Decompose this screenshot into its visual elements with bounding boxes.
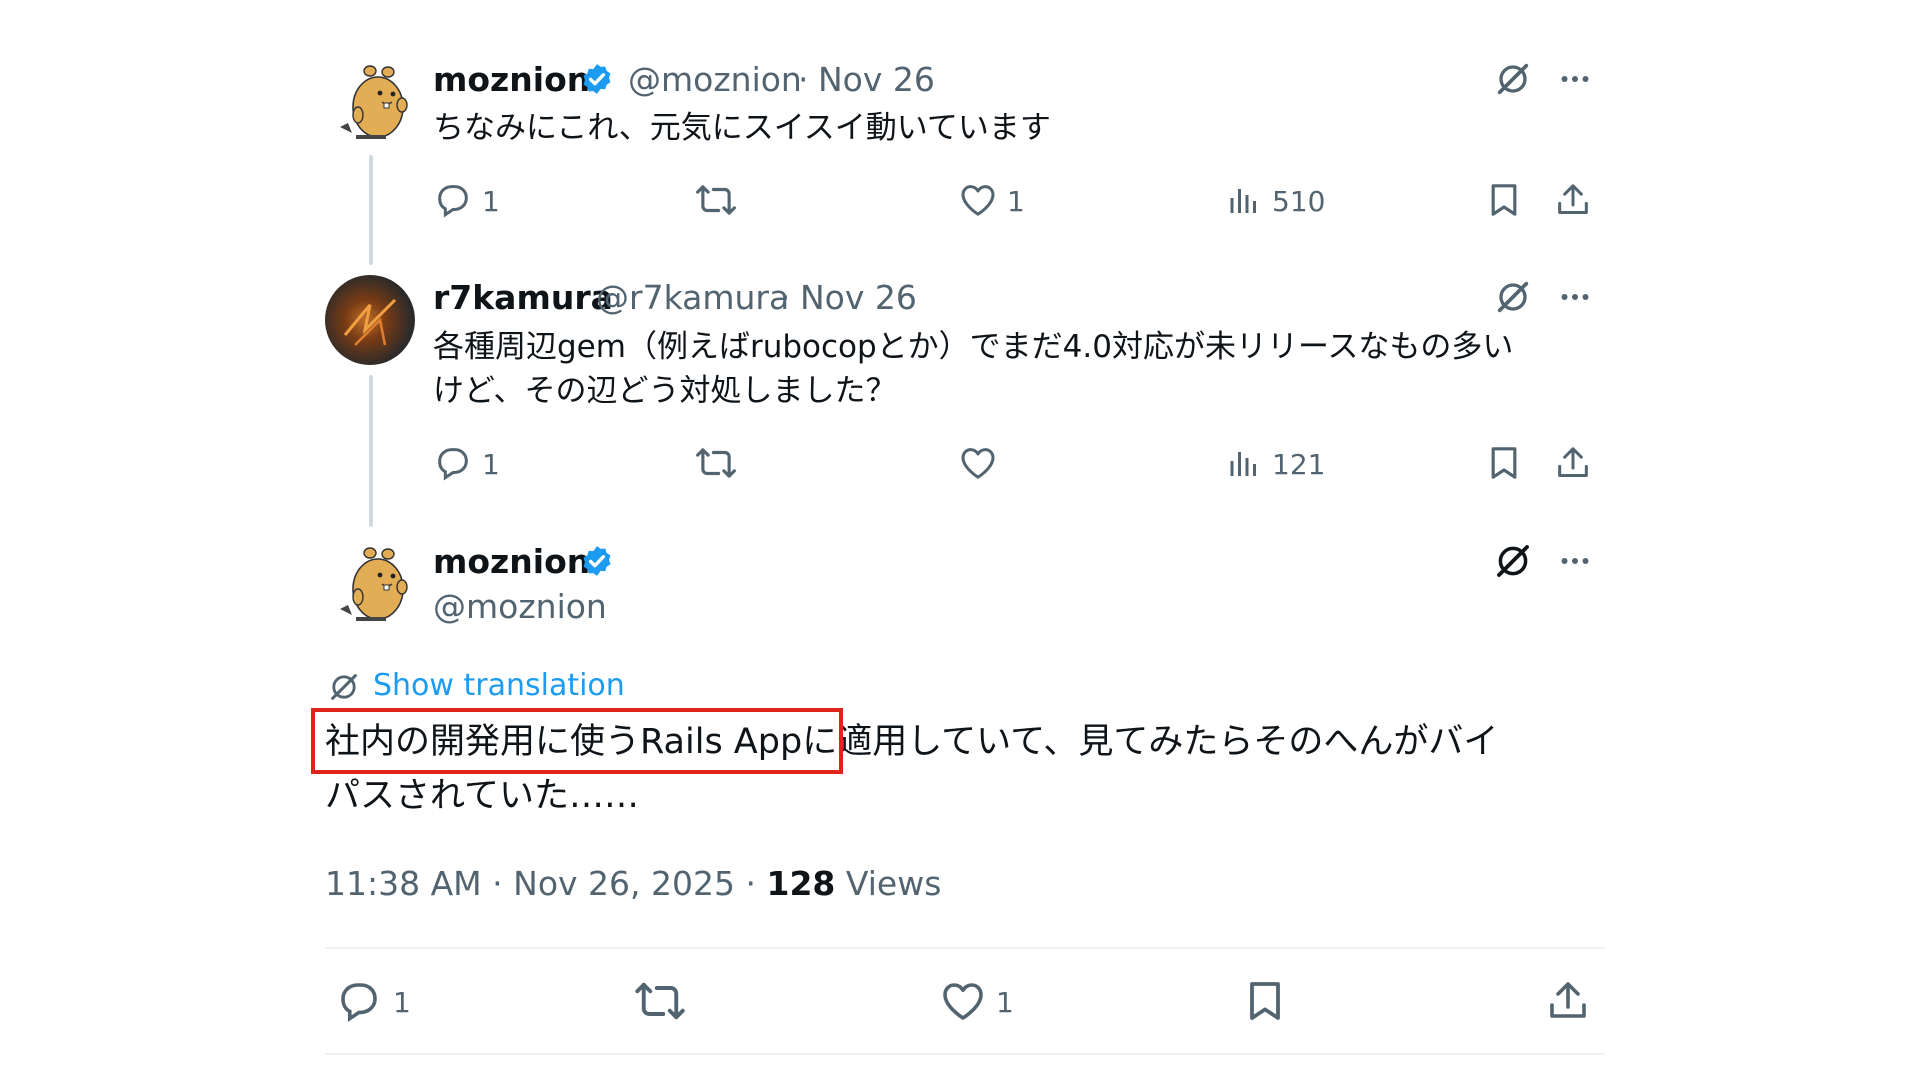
thread-connector-line [369, 375, 373, 527]
share-icon[interactable] [1553, 443, 1593, 483]
highlight-box [311, 708, 843, 774]
reply-count: 1 [393, 986, 411, 1019]
reply-icon[interactable] [433, 180, 473, 220]
author-name[interactable]: r7kamura [433, 278, 613, 317]
tweet-time[interactable]: 11:38 AM [325, 864, 482, 903]
author-handle[interactable]: @r7kamura [596, 278, 789, 317]
date-separator: · [780, 278, 791, 317]
views-count: 510 [1272, 185, 1326, 218]
tweet-date[interactable]: Nov 26 [800, 278, 917, 317]
avatar[interactable] [325, 275, 415, 365]
verified-badge-icon [580, 544, 614, 578]
translate-icon[interactable] [327, 670, 361, 704]
divider [325, 1053, 1605, 1055]
meta-separator: · [492, 864, 503, 903]
retweet-icon[interactable] [695, 442, 737, 484]
views-icon[interactable] [1226, 446, 1262, 482]
avatar[interactable] [330, 537, 420, 627]
tweet-text-line-2: パスされていた…… [325, 776, 639, 816]
avatar-pattern [343, 298, 397, 346]
grok-icon[interactable] [1493, 59, 1533, 99]
views-count: 128 [766, 864, 836, 903]
reply-icon[interactable] [433, 443, 473, 483]
tweet-text-line-2: けど、その辺どう対処しました？ [433, 373, 897, 409]
verified-badge-icon [580, 62, 614, 96]
tweet-text-line-1: 各種周辺gem（例えばrubocopとか）でまだ4.0対応が未リリースなもの多い [433, 329, 1514, 365]
show-translation-link[interactable]: Show translation [373, 668, 625, 703]
meta-separator: · [745, 864, 757, 903]
divider [325, 947, 1605, 949]
like-count: 1 [1007, 185, 1025, 218]
retweet-icon[interactable] [695, 179, 737, 221]
thread-connector-line [369, 155, 373, 265]
like-icon[interactable] [939, 977, 987, 1025]
tweet-date[interactable]: Nov 26 [818, 60, 935, 99]
grok-icon[interactable] [1493, 277, 1533, 317]
tweet-meta: 11:38 AM · Nov 26, 2025 · 128 Views [325, 864, 941, 903]
views-label[interactable]: Views [846, 864, 942, 903]
avatar[interactable] [330, 55, 420, 145]
author-handle[interactable]: @moznion [628, 60, 802, 99]
reply-icon[interactable] [335, 977, 383, 1025]
tweet-text: ちなみにこれ、元気にスイスイ動いています [433, 110, 1051, 146]
share-icon[interactable] [1553, 180, 1593, 220]
like-icon[interactable] [958, 443, 998, 483]
author-name[interactable]: moznion [433, 542, 590, 581]
more-icon[interactable] [1557, 61, 1593, 97]
like-icon[interactable] [958, 180, 998, 220]
more-icon[interactable] [1557, 543, 1593, 579]
views-count: 121 [1272, 448, 1326, 481]
grok-icon[interactable] [1492, 540, 1534, 582]
like-count: 1 [996, 986, 1014, 1019]
author-name[interactable]: moznion [433, 60, 590, 99]
reply-count: 1 [482, 185, 500, 218]
more-icon[interactable] [1557, 279, 1593, 315]
tweet-text-rest: に適用していて、見てみたらそのへんがバイ [802, 722, 1499, 762]
bookmark-icon[interactable] [1241, 977, 1289, 1025]
date-separator: · [798, 60, 809, 99]
author-handle[interactable]: @moznion [433, 587, 607, 626]
tweet-date[interactable]: Nov 26, 2025 [513, 864, 735, 903]
share-icon[interactable] [1544, 977, 1592, 1025]
reply-count: 1 [482, 448, 500, 481]
bookmark-icon[interactable] [1484, 443, 1524, 483]
retweet-icon[interactable] [634, 975, 686, 1027]
bookmark-icon[interactable] [1484, 180, 1524, 220]
views-icon[interactable] [1226, 183, 1262, 219]
